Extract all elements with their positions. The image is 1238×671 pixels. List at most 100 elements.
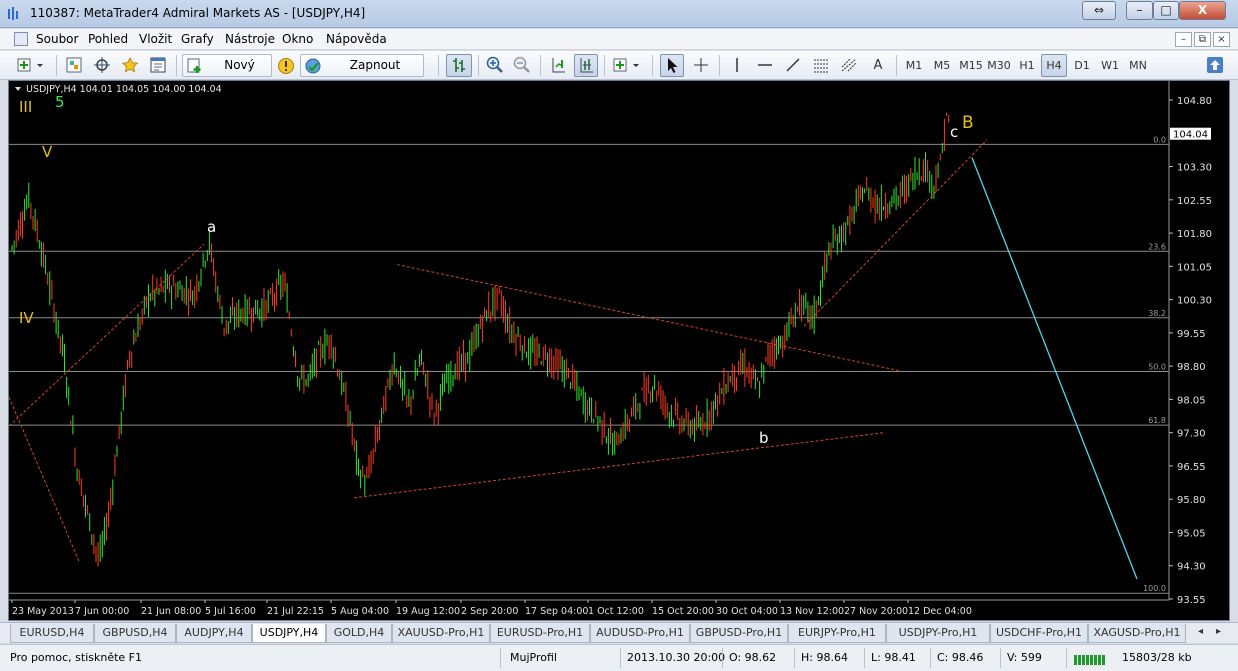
mdi-minimize-button[interactable]: –	[1175, 32, 1192, 47]
restore-window-icon[interactable]: ⇔	[1082, 1, 1116, 20]
chart-header-dropdown-icon	[15, 87, 21, 91]
tab-usdchf-pro-h1[interactable]: USDCHF-Pro,H1	[990, 624, 1088, 643]
tab-gbpusd-pro-h1[interactable]: GBPUSD-Pro,H1	[690, 624, 788, 643]
tab-xagusd-pro-h1[interactable]: XAGUSD-Pro,H1	[1088, 624, 1186, 643]
horizontal-line-icon[interactable]	[753, 54, 777, 77]
time-tick-label: 21 Jul 22:15	[267, 606, 324, 617]
mdi-restore-button[interactable]: ⧉	[1194, 32, 1211, 47]
zoom-in-icon[interactable]	[483, 54, 507, 77]
tab-audjpy-h4[interactable]: AUDJPY,H4	[176, 624, 252, 643]
trendline-icon[interactable]	[781, 54, 805, 77]
timeframe-w1[interactable]: W1	[1097, 54, 1123, 77]
time-tick-label: 2 Sep 20:00	[461, 606, 518, 617]
auto-scroll-icon[interactable]	[574, 54, 598, 77]
time-tick-label: 27 Nov 20:00	[844, 606, 908, 617]
menu-okno[interactable]: Okno	[282, 32, 313, 46]
window-title: 110387: MetaTrader4 Admiral Markets AS -…	[30, 6, 366, 20]
navigator-crosshair-icon[interactable]	[90, 54, 114, 77]
connection-bars-icon	[1074, 655, 1105, 665]
text-tool-icon[interactable]: A	[866, 54, 890, 77]
mdi-close-button[interactable]: ×	[1213, 32, 1230, 47]
vertical-line-icon[interactable]	[725, 54, 749, 77]
time-tick-label: 15 Oct 20:00	[652, 606, 714, 617]
timeframe-mn[interactable]: MN	[1125, 54, 1151, 77]
wave-label-v: V	[42, 143, 53, 161]
zoom-out-icon[interactable]	[510, 54, 534, 77]
trendline	[803, 139, 988, 327]
trendline	[9, 396, 80, 562]
tab-audusd-pro-h1[interactable]: AUDUSD-Pro,H1	[590, 624, 690, 643]
fib-level-label: 100.0	[1143, 584, 1166, 593]
time-tick-label: 23 May 2013	[12, 606, 74, 617]
menu-grafy[interactable]: Grafy	[181, 32, 214, 46]
tab-eurusd-pro-h1[interactable]: EURUSD-Pro,H1	[490, 624, 590, 643]
wave-label-b: b	[759, 429, 769, 447]
tab-usdjpy-pro-h1[interactable]: USDJPY-Pro,H1	[886, 624, 990, 643]
price-chart[interactable]: 104.80 103.30 102.55 101.80 101.05 100.30 99.5…	[9, 81, 1231, 622]
fib-level-label: 61.8	[1148, 416, 1166, 425]
fib-level-label: 23.6	[1148, 242, 1166, 251]
price-tick-label: 100.30	[1177, 296, 1212, 307]
notification-icon[interactable]	[1203, 54, 1227, 77]
wave-label-green_5: 5	[55, 93, 65, 111]
price-tick-label: 102.55	[1177, 196, 1212, 207]
fibonacci-icon[interactable]	[837, 54, 861, 77]
price-tick-label: 98.80	[1177, 362, 1206, 373]
fib-level-label: 0.0	[1153, 135, 1166, 144]
price-tick-label: 95.05	[1177, 528, 1206, 539]
timeframe-m15[interactable]: M15	[957, 54, 985, 77]
tab-usdjpy-h4[interactable]: USDJPY,H4	[252, 624, 326, 643]
chart-area[interactable]: 104.80 103.30 102.55 101.80 101.05 100.30 99.5…	[8, 80, 1230, 621]
fib-level-label: 50.0	[1148, 362, 1166, 371]
tab-xauusd-pro-h1[interactable]: XAUUSD-Pro,H1	[392, 624, 490, 643]
market-watch-star-icon[interactable]	[118, 54, 142, 77]
price-tick-label: 99.55	[1177, 329, 1206, 340]
menu-vlozit[interactable]: Vložit	[139, 32, 172, 46]
time-tick-label: 30 Oct 04:00	[716, 606, 778, 617]
tab-eurusd-h4[interactable]: EURUSD,H4	[10, 624, 94, 643]
tabs-scroll-right-icon[interactable]: ▸	[1216, 626, 1221, 637]
tab-eurjpy-pro-h1[interactable]: EURJPY-Pro,H1	[788, 624, 886, 643]
maximize-button[interactable]: □	[1153, 1, 1179, 20]
price-tick-label: 96.55	[1177, 462, 1206, 473]
close-button[interactable]: X	[1179, 1, 1226, 20]
timeframe-h1[interactable]: H1	[1014, 54, 1040, 77]
wave-label-c: c	[950, 123, 958, 141]
enable-strategies-button[interactable]: Zapnout strategie	[300, 54, 424, 93]
timeframe-d1[interactable]: D1	[1069, 54, 1095, 77]
minimize-button[interactable]: –	[1126, 1, 1153, 20]
current-price-label: 104.04	[1173, 130, 1208, 141]
crosshair-icon[interactable]	[689, 54, 713, 77]
new-order-button[interactable]: Nový pokyn	[182, 54, 272, 93]
bar-chart-icon[interactable]	[446, 54, 472, 77]
title-bar: 110387: MetaTrader4 Admiral Markets AS -…	[0, 0, 1238, 28]
trendline	[9, 243, 205, 427]
time-tick-label: 12 Dec 04:00	[908, 606, 972, 617]
timeframe-m30[interactable]: M30	[986, 54, 1012, 77]
wave-label-b: B	[962, 113, 974, 133]
menu-soubor[interactable]: Soubor	[36, 32, 78, 46]
timeframe-m1[interactable]: M1	[901, 54, 927, 77]
cursor-arrow-icon[interactable]	[660, 54, 684, 77]
chart-window-icon[interactable]	[14, 32, 28, 46]
menu-pohled[interactable]: Pohled	[88, 32, 128, 46]
tab-gbpusd-h4[interactable]: GBPUSD,H4	[94, 624, 176, 643]
bar-open: O: 98.62	[729, 651, 777, 664]
data-window-icon[interactable]	[146, 54, 170, 77]
tab-gold-h4[interactable]: GOLD,H4	[326, 624, 392, 643]
tabs-scroll-left-icon[interactable]: ◂	[1198, 626, 1203, 637]
timeframe-m5[interactable]: M5	[929, 54, 955, 77]
chart-tabs: EURUSD,H4 GBPUSD,H4 AUDJPY,H4 USDJPY,H4 GOLD…	[0, 622, 1238, 643]
warning-icon[interactable]	[275, 54, 297, 77]
toolbar: Nový pokyn Zapnout strategie	[0, 51, 1238, 93]
time-tick-label: 5 Aug 04:00	[331, 606, 389, 617]
menu-napoveda[interactable]: Nápověda	[326, 32, 387, 46]
new-chart-icon[interactable]	[14, 54, 48, 77]
profiles-icon[interactable]	[62, 54, 86, 77]
timeframe-h4[interactable]: H4	[1041, 54, 1067, 77]
indicators-icon[interactable]	[610, 54, 644, 77]
ohlc-bars	[11, 112, 950, 567]
equidistant-channel-icon[interactable]	[809, 54, 833, 77]
chart-shift-icon[interactable]	[546, 54, 570, 77]
menu-nastroje[interactable]: Nástroje	[225, 32, 275, 46]
